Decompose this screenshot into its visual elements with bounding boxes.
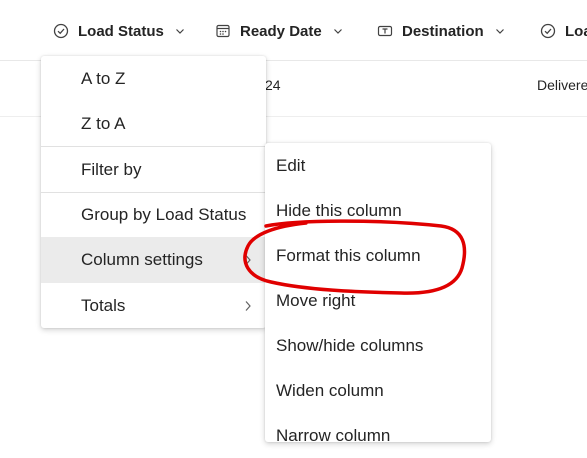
submenu-item-format-column[interactable]: Format this column [265, 233, 491, 278]
menu-item-label: Hide this column [276, 200, 402, 220]
menu-item-sort-z-to-a[interactable]: Z to A [41, 101, 266, 146]
menu-item-label: Totals [81, 295, 126, 315]
status-check-icon [52, 22, 70, 40]
column-header-load-status[interactable]: Load Status [52, 18, 186, 44]
submenu-item-show-hide-columns[interactable]: Show/hide columns [265, 323, 491, 368]
submenu-item-edit[interactable]: Edit [265, 143, 491, 188]
list-header: Load Status Ready Date Destination Loa [0, 0, 587, 61]
status-cell: Delivere [537, 77, 587, 93]
chevron-down-icon [332, 25, 344, 37]
chevron-right-icon [243, 254, 253, 266]
menu-item-label: Group by Load Status [81, 205, 247, 224]
menu-item-label: Z to A [81, 113, 126, 133]
ready-date-cell: 24 [265, 77, 281, 93]
submenu-item-narrow-column[interactable]: Narrow column [265, 413, 491, 458]
column-settings-submenu: Edit Hide this column Format this column… [265, 143, 491, 445]
menu-item-label: Format this column [276, 245, 421, 265]
column-header-ready-date[interactable]: Ready Date [214, 18, 344, 44]
menu-item-label: Column settings [81, 250, 203, 269]
menu-item-label: Widen column [276, 380, 384, 400]
calendar-icon [214, 22, 232, 40]
text-field-icon [376, 22, 394, 40]
menu-item-filter-by[interactable]: Filter by [41, 147, 266, 192]
submenu-item-move-right[interactable]: Move right [265, 278, 491, 323]
column-header-label: Destination [402, 22, 484, 40]
menu-item-column-settings[interactable]: Column settings [41, 237, 266, 283]
submenu-item-hide-column[interactable]: Hide this column [265, 188, 491, 233]
menu-item-label: Filter by [81, 159, 142, 179]
column-header-label: Ready Date [240, 22, 322, 40]
column-menu: A to Z Z to A Filter by Group by Load St… [41, 56, 266, 328]
menu-item-label: A to Z [81, 68, 126, 88]
column-header-load-status-2[interactable]: Loa [539, 18, 587, 44]
column-header-destination[interactable]: Destination [376, 18, 506, 44]
menu-item-label: Edit [276, 155, 306, 175]
menu-item-label: Narrow column [276, 425, 391, 445]
column-header-label: Load Status [78, 22, 164, 40]
chevron-down-icon [494, 25, 506, 37]
chevron-down-icon [174, 25, 186, 37]
status-check-icon [539, 22, 557, 40]
menu-item-label: Move right [276, 290, 356, 310]
column-header-label: Loa [565, 22, 587, 40]
submenu-item-widen-column[interactable]: Widen column [265, 368, 491, 413]
menu-item-totals[interactable]: Totals [41, 283, 266, 328]
menu-item-sort-a-to-z[interactable]: A to Z [41, 56, 266, 101]
chevron-right-icon [243, 300, 253, 312]
menu-item-group-by[interactable]: Group by Load Status [41, 193, 266, 237]
menu-item-label: Show/hide columns [276, 335, 424, 355]
